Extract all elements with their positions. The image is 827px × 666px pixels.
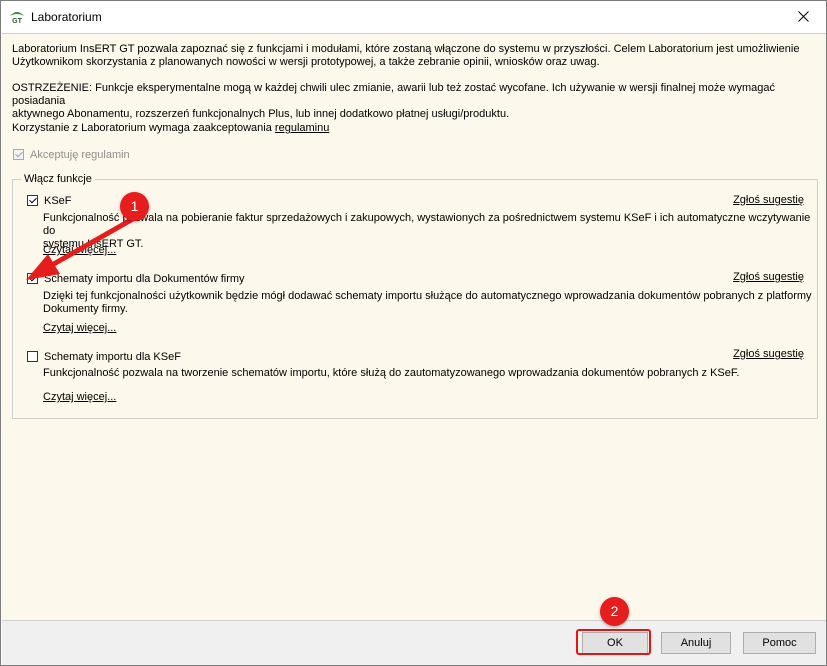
ok-button-highlight bbox=[576, 629, 651, 655]
annotation-arrow bbox=[26, 213, 141, 280]
annotation-badge-2: 2 bbox=[600, 597, 629, 626]
annotation-badge-1: 1 bbox=[120, 192, 149, 221]
